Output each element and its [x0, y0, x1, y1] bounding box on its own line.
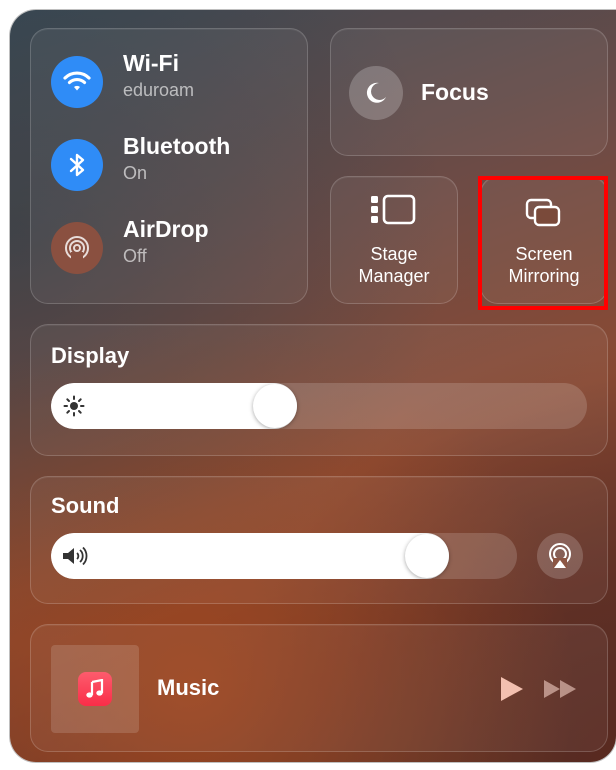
- screen-mirroring-label-line1: Screen: [515, 244, 573, 264]
- bluetooth-status: On: [123, 163, 148, 183]
- wifi-network-name: eduroam: [123, 80, 195, 100]
- album-artwork[interactable]: [51, 645, 139, 733]
- stage-manager-label-line1: Stage: [370, 244, 418, 264]
- bluetooth-label: Bluetooth: [123, 133, 231, 159]
- wifi-icon: [51, 56, 103, 108]
- airdrop-status: Off: [123, 246, 147, 266]
- screen-mirroring-icon: [524, 197, 564, 229]
- display-module: Display: [30, 324, 608, 456]
- music-module: Music: [30, 624, 608, 752]
- sun-icon: [63, 395, 85, 417]
- brightness-slider-knob[interactable]: [253, 384, 297, 428]
- brightness-slider[interactable]: [51, 383, 587, 429]
- wifi-toggle[interactable]: Wi-Fi eduroam: [31, 50, 301, 124]
- sound-module: Sound: [30, 476, 608, 604]
- focus-button[interactable]: Focus: [330, 28, 608, 156]
- stage-manager-button[interactable]: Stage Manager: [330, 176, 458, 304]
- play-icon[interactable]: [497, 675, 525, 703]
- airdrop-toggle[interactable]: AirDrop Off: [31, 216, 301, 290]
- screen-mirroring-label: Screen Mirroring: [481, 243, 607, 287]
- moon-icon: [349, 66, 403, 120]
- control-center-panel: Wi-Fi eduroam Bluetooth On AirDrop Off F…: [10, 10, 616, 762]
- music-app-icon: [78, 672, 112, 706]
- volume-slider[interactable]: [51, 533, 517, 579]
- stage-manager-icon: [369, 193, 421, 227]
- focus-label: Focus: [421, 79, 489, 105]
- airdrop-icon: [51, 222, 103, 274]
- bluetooth-toggle[interactable]: Bluetooth On: [31, 133, 301, 207]
- airdrop-label: AirDrop: [123, 216, 209, 242]
- stage-manager-label: Stage Manager: [331, 243, 457, 287]
- stage-manager-label-line2: Manager: [358, 266, 430, 286]
- music-title: Music: [157, 675, 220, 700]
- speaker-icon: [61, 545, 91, 567]
- screen-mirroring-button[interactable]: Screen Mirroring: [480, 176, 608, 304]
- volume-slider-knob[interactable]: [405, 534, 449, 578]
- display-title: Display: [51, 343, 130, 368]
- airplay-audio-icon[interactable]: [537, 533, 583, 579]
- network-module: Wi-Fi eduroam Bluetooth On AirDrop Off: [30, 28, 308, 304]
- screen-mirroring-label-line2: Mirroring: [508, 266, 580, 286]
- bluetooth-icon: [51, 139, 103, 191]
- wifi-label: Wi-Fi: [123, 50, 179, 76]
- fast-forward-icon[interactable]: [543, 679, 579, 699]
- volume-slider-fill: [51, 533, 449, 579]
- sound-title: Sound: [51, 493, 120, 518]
